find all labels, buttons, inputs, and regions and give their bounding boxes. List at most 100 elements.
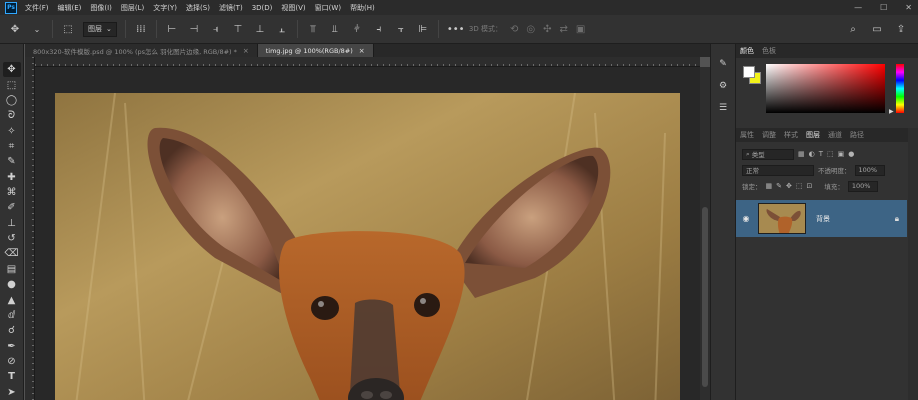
ellipse-marquee-icon[interactable]: ◯ xyxy=(3,93,21,108)
opacity-field[interactable]: 100% xyxy=(854,164,885,176)
align-left-icon[interactable]: ⊢ xyxy=(165,24,179,35)
distribute-middle-icon[interactable]: ⫫ xyxy=(328,24,342,35)
canvas-area[interactable] xyxy=(35,67,700,400)
lock-icon[interactable]: 🔒︎ xyxy=(895,214,899,224)
magic-wand-icon[interactable]: ✧ xyxy=(3,123,21,138)
shape-filter-icon[interactable]: ⬚ xyxy=(827,150,834,158)
distribute-right-icon[interactable]: ⊫ xyxy=(416,24,430,35)
maximize-button[interactable]: ☐ xyxy=(880,3,887,12)
marquee-tool-icon[interactable]: ⬚ xyxy=(3,77,21,92)
menu-help[interactable]: 帮助(H) xyxy=(350,3,375,13)
more-options-icon[interactable]: ••• xyxy=(447,24,465,35)
tab-adjustments[interactable]: 调整 xyxy=(762,130,776,140)
patch-tool-icon[interactable]: ⌘ xyxy=(3,185,21,200)
color-picker-field[interactable] xyxy=(766,64,885,113)
lock-image-icon[interactable]: ✎ xyxy=(776,182,782,190)
layer-name[interactable]: 背景 xyxy=(816,214,830,224)
distribute-center-icon[interactable]: ⫟ xyxy=(394,24,408,35)
tab-document-psd[interactable]: 800x320-软件模版.psd @ 100% (ps怎么 羽化图片边缘, RG… xyxy=(25,44,258,57)
3d-pan-icon[interactable]: ✣ xyxy=(543,24,551,35)
tool-preset-chevron-icon[interactable]: ⌄ xyxy=(30,25,44,34)
auto-select-icon[interactable]: ⬚ xyxy=(61,24,75,35)
tab-paths[interactable]: 路径 xyxy=(850,130,864,140)
distribute-bottom-icon[interactable]: ⫩ xyxy=(350,24,364,35)
3d-slide-icon[interactable]: ⇄ xyxy=(559,24,567,35)
minimize-button[interactable]: — xyxy=(854,3,862,12)
3d-scale-icon[interactable]: ▣ xyxy=(576,24,585,35)
share-icon[interactable]: ⇪ xyxy=(894,24,908,35)
foreground-color-swatch[interactable] xyxy=(743,66,755,78)
close-icon[interactable]: × xyxy=(359,47,365,55)
horizontal-ruler[interactable] xyxy=(35,57,700,67)
menu-file[interactable]: 文件(F) xyxy=(25,3,49,13)
scroll-thumb[interactable] xyxy=(702,207,708,387)
align-top-icon[interactable]: ⊤ xyxy=(231,24,245,35)
burn-tool-icon[interactable]: ☌ xyxy=(3,323,21,338)
distribute-left-icon[interactable]: ⫞ xyxy=(372,24,386,35)
layer-kind-filter[interactable]: ⌕ 类型 xyxy=(742,148,794,160)
move-tool-icon[interactable]: ✥ xyxy=(8,24,22,35)
brush-settings-icon[interactable]: ✎ xyxy=(715,56,731,72)
pen-tool-icon[interactable]: ✒ xyxy=(3,338,21,353)
brush-tool-icon[interactable]: ✐ xyxy=(3,200,21,215)
history-brush-icon[interactable]: ↺ xyxy=(3,231,21,246)
healing-brush-icon[interactable]: ✚ xyxy=(3,170,21,185)
lock-artboard-icon[interactable]: ⬚ xyxy=(796,182,803,190)
transform-controls-icon[interactable]: ⁞⁞⁞ xyxy=(134,24,148,35)
sharpen-tool-icon[interactable]: ▲ xyxy=(3,292,21,307)
smart-object-filter-icon[interactable]: ▣ xyxy=(838,150,845,158)
eraser-tool-icon[interactable]: ⌫ xyxy=(3,246,21,261)
pixel-filter-icon[interactable]: ▦ xyxy=(798,150,805,158)
menu-layer[interactable]: 图层(L) xyxy=(121,3,144,13)
tab-channels[interactable]: 通道 xyxy=(828,130,842,140)
adjustment-filter-icon[interactable]: ◐ xyxy=(809,150,815,158)
dodge-tool-icon[interactable]: ⅆ xyxy=(3,308,21,323)
pen-alt-tool-icon[interactable]: ⊘ xyxy=(3,354,21,369)
gradient-tool-icon[interactable]: ▤ xyxy=(3,262,21,277)
path-selection-icon[interactable]: ➤ xyxy=(3,385,21,400)
distribute-top-icon[interactable]: ⫪ xyxy=(306,24,320,35)
lasso-tool-icon[interactable]: ᘐ xyxy=(3,108,21,123)
workspace-icon[interactable]: ▭ xyxy=(870,24,884,35)
align-center-icon[interactable]: ⊣ xyxy=(187,24,201,35)
type-filter-icon[interactable]: T xyxy=(819,150,823,158)
align-bottom-icon[interactable]: ⫠ xyxy=(275,24,289,35)
vertical-ruler[interactable] xyxy=(25,57,35,400)
tab-layers[interactable]: 图层 xyxy=(806,130,820,140)
fill-field[interactable]: 100% xyxy=(847,180,878,192)
tab-color[interactable]: 颜色 xyxy=(740,46,754,56)
tab-swatches[interactable]: 色板 xyxy=(762,46,776,56)
lock-transparent-icon[interactable]: ▦ xyxy=(766,182,773,190)
3d-roll-icon[interactable]: ◎ xyxy=(526,24,535,35)
hue-slider-arrow-icon[interactable]: ▶ xyxy=(889,108,894,115)
menu-image[interactable]: 图像(I) xyxy=(90,3,112,13)
layer-row-background[interactable]: ◉ 背景 🔒︎ xyxy=(736,200,907,237)
eyedropper-icon[interactable]: ✎ xyxy=(3,154,21,169)
close-button[interactable]: ✕ xyxy=(905,3,912,12)
lock-position-icon[interactable]: ✥ xyxy=(786,182,792,190)
move-tool-icon[interactable]: ✥ xyxy=(2,62,21,78)
menu-3d[interactable]: 3D(D) xyxy=(252,4,273,12)
align-middle-icon[interactable]: ⊥ xyxy=(253,24,267,35)
eye-icon[interactable]: ◉ xyxy=(736,214,756,223)
menu-view[interactable]: 视图(V) xyxy=(281,3,305,13)
auto-select-dropdown[interactable]: 图层 ⌄ xyxy=(83,21,117,37)
properties-icon[interactable]: ☰ xyxy=(715,100,731,116)
menu-edit[interactable]: 编辑(E) xyxy=(58,3,82,13)
align-right-icon[interactable]: ⫣ xyxy=(209,24,223,35)
menu-window[interactable]: 窗口(W) xyxy=(315,3,341,13)
clone-stamp-icon[interactable]: ⊥ xyxy=(3,216,21,231)
layers-scrollbar[interactable] xyxy=(908,128,918,400)
type-tool-icon[interactable]: T xyxy=(3,369,21,384)
search-icon[interactable]: ⌕ xyxy=(846,24,860,35)
3d-rotate-icon[interactable]: ⟲ xyxy=(510,24,518,35)
crop-tool-icon[interactable]: ⌗ xyxy=(3,139,21,154)
vertical-scrollbar[interactable] xyxy=(700,67,710,400)
tab-properties[interactable]: 属性 xyxy=(740,130,754,140)
menu-select[interactable]: 选择(S) xyxy=(186,3,210,13)
lock-all-icon[interactable]: ⊡ xyxy=(807,182,813,190)
tab-document-jpg[interactable]: timg.jpg @ 100%(RGB/8#) × xyxy=(257,44,374,57)
blend-mode-select[interactable]: 正常 xyxy=(742,164,814,176)
menu-type[interactable]: 文字(Y) xyxy=(153,3,177,13)
document-image[interactable] xyxy=(55,93,680,400)
